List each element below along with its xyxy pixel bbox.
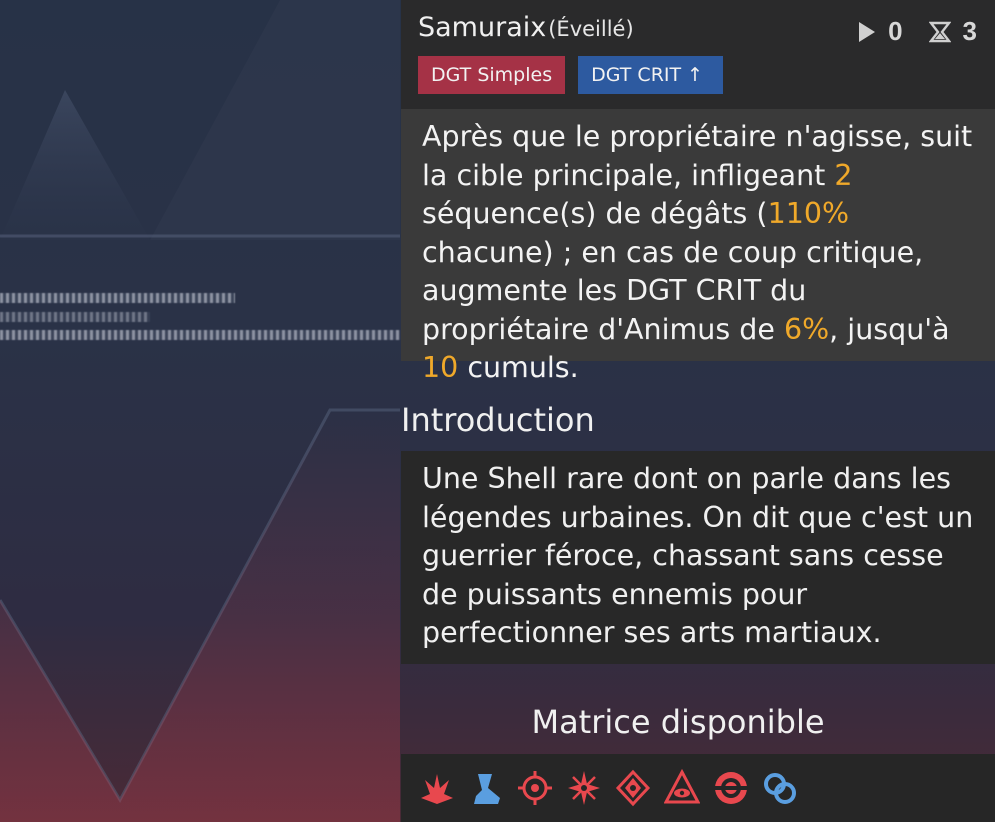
- crit-tag: DGT CRIT ↑: [578, 56, 724, 94]
- boot-icon[interactable]: [468, 768, 504, 808]
- introduction-box: Une Shell rare dont on parle dans les lé…: [401, 451, 995, 664]
- hourglass-count: 3: [962, 16, 977, 46]
- shell-detail-panel: Samuraix (Éveillé) 0 3 DGT Simples DGT C…: [401, 0, 995, 822]
- counters: 0 3: [858, 16, 977, 47]
- shell-header: Samuraix (Éveillé) 0 3 DGT Simples DGT C…: [401, 0, 995, 109]
- play-counter: 0: [858, 16, 903, 47]
- glitch-stripe: [0, 293, 235, 303]
- glitch-stripe: [0, 312, 150, 322]
- skill-description: Après que le propriétaire n'agisse, suit…: [401, 109, 995, 384]
- star-burst-icon[interactable]: [566, 768, 602, 808]
- skill-description-text: Après que le propriétaire n'agisse, suit…: [422, 120, 973, 384]
- matrix-heading: Matrice disponible: [531, 703, 825, 741]
- glitch-stripe: [0, 330, 400, 340]
- max-stacks: 10: [422, 351, 459, 384]
- introduction-text: Une Shell rare dont on parle dans les lé…: [422, 462, 974, 649]
- play-count: 0: [888, 16, 903, 46]
- hourglass-counter: 3: [928, 16, 977, 47]
- hit-count: 2: [834, 158, 853, 192]
- damage-type-tag: DGT Simples: [418, 56, 566, 94]
- hourglass-icon: [928, 21, 951, 42]
- tag-row: DGT Simples DGT CRIT ↑: [418, 56, 995, 94]
- play-icon: [859, 21, 876, 42]
- diamond-eye-icon[interactable]: [615, 768, 651, 808]
- shell-name: Samuraix: [418, 12, 547, 43]
- introduction-heading: Introduction: [401, 401, 595, 439]
- crit-bonus: 6%: [783, 312, 830, 346]
- chain-link-icon[interactable]: [762, 768, 798, 808]
- crosshair-icon[interactable]: [517, 768, 553, 808]
- matrix-icon-bar: [401, 754, 995, 822]
- damage-percent: 110%: [767, 197, 850, 230]
- eye-triangle-icon[interactable]: [664, 768, 700, 808]
- ring-target-icon[interactable]: [713, 768, 749, 808]
- shell-state: (Éveillé): [548, 17, 634, 41]
- flame-burst-icon[interactable]: [419, 768, 455, 808]
